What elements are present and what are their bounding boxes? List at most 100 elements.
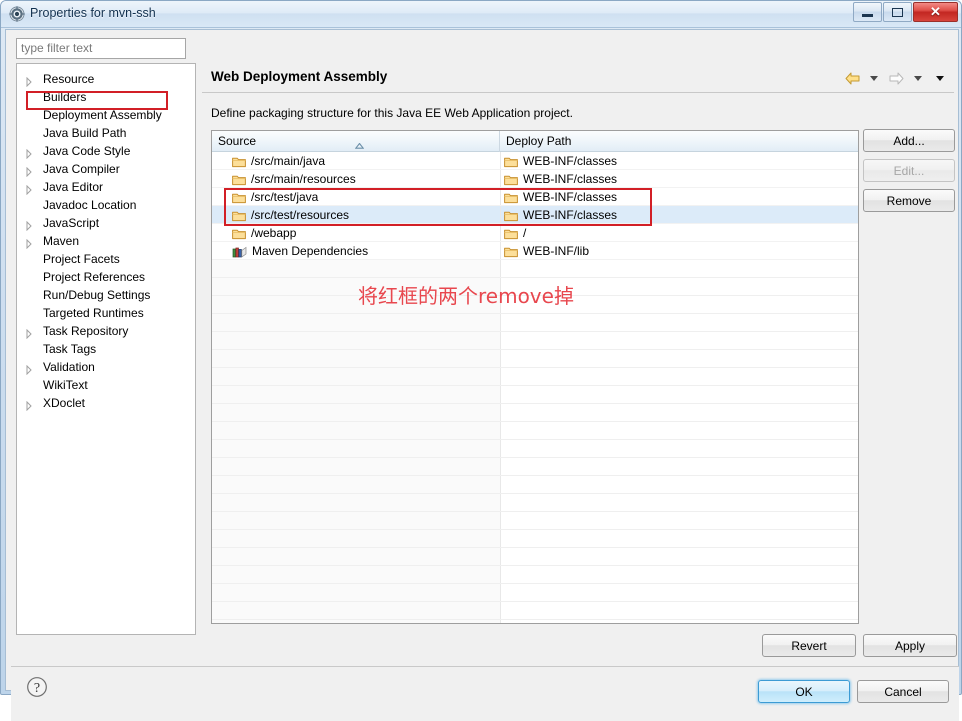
sidebar-item-targeted-runtimes[interactable]: Targeted Runtimes [17, 304, 195, 322]
revert-button[interactable]: Revert [762, 634, 856, 657]
expand-arrow-icon[interactable] [26, 218, 32, 232]
table-empty-row [212, 260, 858, 278]
header-divider [202, 92, 954, 93]
back-arrow-icon[interactable] [842, 69, 862, 87]
maximize-icon [892, 7, 903, 17]
empty-cell [212, 620, 500, 623]
ok-button[interactable]: OK [758, 680, 850, 703]
sidebar-item-label: Builders [43, 90, 87, 104]
column-separator [500, 440, 501, 458]
sidebar-item-run-debug-settings[interactable]: Run/Debug Settings [17, 286, 195, 304]
empty-cell [212, 530, 500, 548]
sidebar-item-label: Maven [43, 234, 80, 248]
sidebar-item-resource[interactable]: Resource [17, 70, 195, 88]
cell-source: /webapp [232, 224, 296, 242]
empty-cell [212, 476, 500, 494]
sidebar-item-maven[interactable]: Maven [17, 232, 195, 250]
apply-button[interactable]: Apply [863, 634, 957, 657]
settings-tree[interactable]: Resource Builders Deployment Assembly Java … [16, 63, 196, 635]
folder-icon [232, 152, 246, 170]
table-row[interactable]: /src/test/java WEB-INF/classes [212, 188, 858, 206]
sidebar-item-task-repository[interactable]: Task Repository [17, 322, 195, 340]
column-separator [500, 422, 501, 440]
empty-cell [212, 260, 500, 278]
expand-arrow-icon[interactable] [26, 146, 32, 160]
source-label: /src/main/java [251, 154, 326, 168]
folder-icon [504, 152, 518, 170]
column-separator [500, 494, 501, 512]
page-navigation [842, 68, 950, 88]
empty-cell [212, 314, 500, 332]
remove-button[interactable]: Remove [863, 189, 955, 212]
empty-cell [212, 368, 500, 386]
expand-arrow-icon[interactable] [26, 326, 32, 340]
maximize-button[interactable] [883, 2, 912, 22]
column-separator [500, 224, 501, 242]
close-button[interactable]: ✕ [913, 2, 958, 22]
assembly-table[interactable]: Source Deploy Path /src/main/java WEB-INF… [211, 130, 859, 624]
cancel-button[interactable]: Cancel [857, 680, 949, 703]
column-separator [500, 332, 501, 350]
sidebar-item-task-tags[interactable]: Task Tags [17, 340, 195, 358]
close-icon: ✕ [930, 4, 941, 19]
sidebar-item-deployment-assembly[interactable]: Deployment Assembly [17, 106, 195, 124]
properties-dialog: Properties for mvn-ssh ✕ type filter tex… [0, 0, 962, 721]
sidebar-item-validation[interactable]: Validation [17, 358, 195, 376]
expand-arrow-icon[interactable] [26, 182, 32, 196]
sidebar-item-java-editor[interactable]: Java Editor [17, 178, 195, 196]
sort-ascending-icon [354, 136, 365, 149]
filter-input[interactable]: type filter text [16, 38, 186, 59]
sidebar-item-label: Java Compiler [43, 162, 120, 176]
back-menu-chevron-down-icon[interactable] [864, 69, 884, 87]
empty-cell [212, 422, 500, 440]
forward-arrow-icon[interactable] [886, 69, 906, 87]
sidebar-item-java-compiler[interactable]: Java Compiler [17, 160, 195, 178]
column-separator [500, 260, 501, 278]
column-separator [500, 458, 501, 476]
folder-icon [504, 170, 518, 188]
dialog-client-area: type filter text Resource Builders Deploym… [5, 29, 959, 721]
sidebar-item-java-build-path[interactable]: Java Build Path [17, 124, 195, 142]
window-title: Properties for mvn-ssh [30, 6, 156, 20]
expand-arrow-icon[interactable] [26, 236, 32, 250]
table-row[interactable]: /src/main/resources WEB-INF/classes [212, 170, 858, 188]
forward-menu-chevron-down-icon[interactable] [908, 69, 928, 87]
folder-icon [504, 206, 518, 224]
expand-arrow-icon[interactable] [26, 164, 32, 178]
cell-deploy-path: WEB-INF/lib [504, 242, 589, 260]
expand-arrow-icon[interactable] [26, 362, 32, 376]
sidebar-item-label: Javadoc Location [43, 198, 137, 212]
sidebar-item-xdoclet[interactable]: XDoclet [17, 394, 195, 412]
table-row[interactable]: /src/test/resources WEB-INF/classes [212, 206, 858, 224]
cell-source: /src/main/java [232, 152, 325, 170]
column-separator [500, 350, 501, 368]
table-empty-row [212, 620, 858, 623]
table-body: /src/main/java WEB-INF/classes/src/main/r… [212, 152, 858, 623]
table-row[interactable]: /webapp / [212, 224, 858, 242]
table-row[interactable]: /src/main/java WEB-INF/classes [212, 152, 858, 170]
table-empty-row [212, 530, 858, 548]
sidebar-item-project-facets[interactable]: Project Facets [17, 250, 195, 268]
sidebar-item-label: Project References [43, 270, 146, 284]
sidebar-item-javascript[interactable]: JavaScript [17, 214, 195, 232]
expand-arrow-icon[interactable] [26, 74, 32, 88]
deploy-path-label: WEB-INF/lib [523, 244, 589, 258]
minimize-button[interactable] [853, 2, 882, 22]
column-separator [500, 386, 501, 404]
expand-arrow-icon[interactable] [26, 398, 32, 412]
sidebar-item-wikitext[interactable]: WikiText [17, 376, 195, 394]
sidebar-item-project-references[interactable]: Project References [17, 268, 195, 286]
column-separator [500, 476, 501, 494]
deploy-path-label: WEB-INF/classes [523, 190, 618, 204]
sidebar-item-builders[interactable]: Builders [17, 88, 195, 106]
svg-text:?: ? [34, 681, 40, 696]
sidebar-item-javadoc-location[interactable]: Javadoc Location [17, 196, 195, 214]
view-menu-chevron-down-icon[interactable] [930, 69, 950, 87]
add-button[interactable]: Add... [863, 129, 955, 152]
folder-icon [232, 206, 246, 224]
sidebar-item-java-code-style[interactable]: Java Code Style [17, 142, 195, 160]
column-header-deploy-path[interactable]: Deploy Path [500, 131, 858, 152]
table-row[interactable]: Maven Dependencies WEB-INF/lib [212, 242, 858, 260]
cell-deploy-path: WEB-INF/classes [504, 152, 617, 170]
empty-cell [212, 404, 500, 422]
